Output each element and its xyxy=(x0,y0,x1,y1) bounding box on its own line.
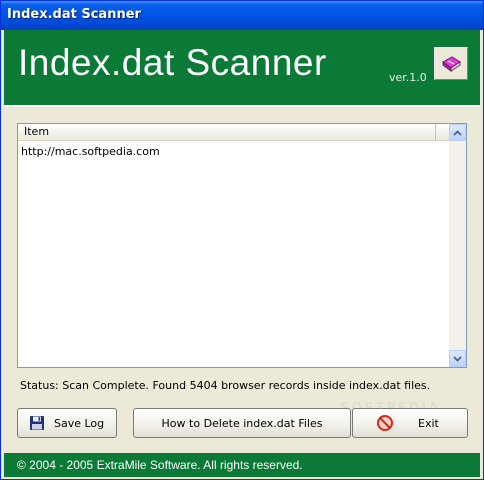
scroll-track[interactable] xyxy=(449,141,466,350)
save-log-button[interactable]: Save Log xyxy=(17,408,117,438)
chevron-down-icon xyxy=(453,355,462,362)
app-window: Index.dat Scanner Index.dat Scanner ver.… xyxy=(0,0,484,480)
how-to-delete-button[interactable]: How to Delete index.dat Files xyxy=(133,408,351,438)
footer-bar: © 2004 - 2005 ExtraMile Software. All ri… xyxy=(4,453,480,477)
floppy-disk-icon xyxy=(30,416,44,430)
list-header: Item xyxy=(18,124,438,141)
how-to-delete-label: How to Delete index.dat Files xyxy=(161,416,323,430)
save-log-label: Save Log xyxy=(54,417,105,430)
no-entry-icon xyxy=(377,415,393,431)
vertical-scrollbar[interactable] xyxy=(449,124,466,367)
book-icon xyxy=(442,55,461,72)
list-item[interactable]: http://mac.softpedia.com xyxy=(21,145,160,158)
window-title: Index.dat Scanner xyxy=(7,7,141,22)
version-label: ver.1.0 xyxy=(389,71,427,84)
scroll-up-button[interactable] xyxy=(449,124,466,141)
column-header-item[interactable]: Item xyxy=(18,124,436,140)
banner-divider xyxy=(5,105,480,107)
header-banner: Index.dat Scanner ver.1.0 xyxy=(4,30,480,105)
chevron-up-icon xyxy=(453,129,462,136)
exit-label: Exit xyxy=(418,417,439,430)
help-book-button[interactable] xyxy=(434,47,468,80)
exit-button[interactable]: Exit xyxy=(352,408,468,438)
title-bar[interactable]: Index.dat Scanner xyxy=(1,1,483,30)
results-list[interactable]: Item http://mac.softpedia.com xyxy=(17,123,467,368)
scroll-down-button[interactable] xyxy=(449,350,466,367)
app-title: Index.dat Scanner xyxy=(18,42,327,83)
status-text: Status: Scan Complete. Found 5404 browse… xyxy=(20,379,431,392)
copyright-text: © 2004 - 2005 ExtraMile Software. All ri… xyxy=(17,458,303,472)
